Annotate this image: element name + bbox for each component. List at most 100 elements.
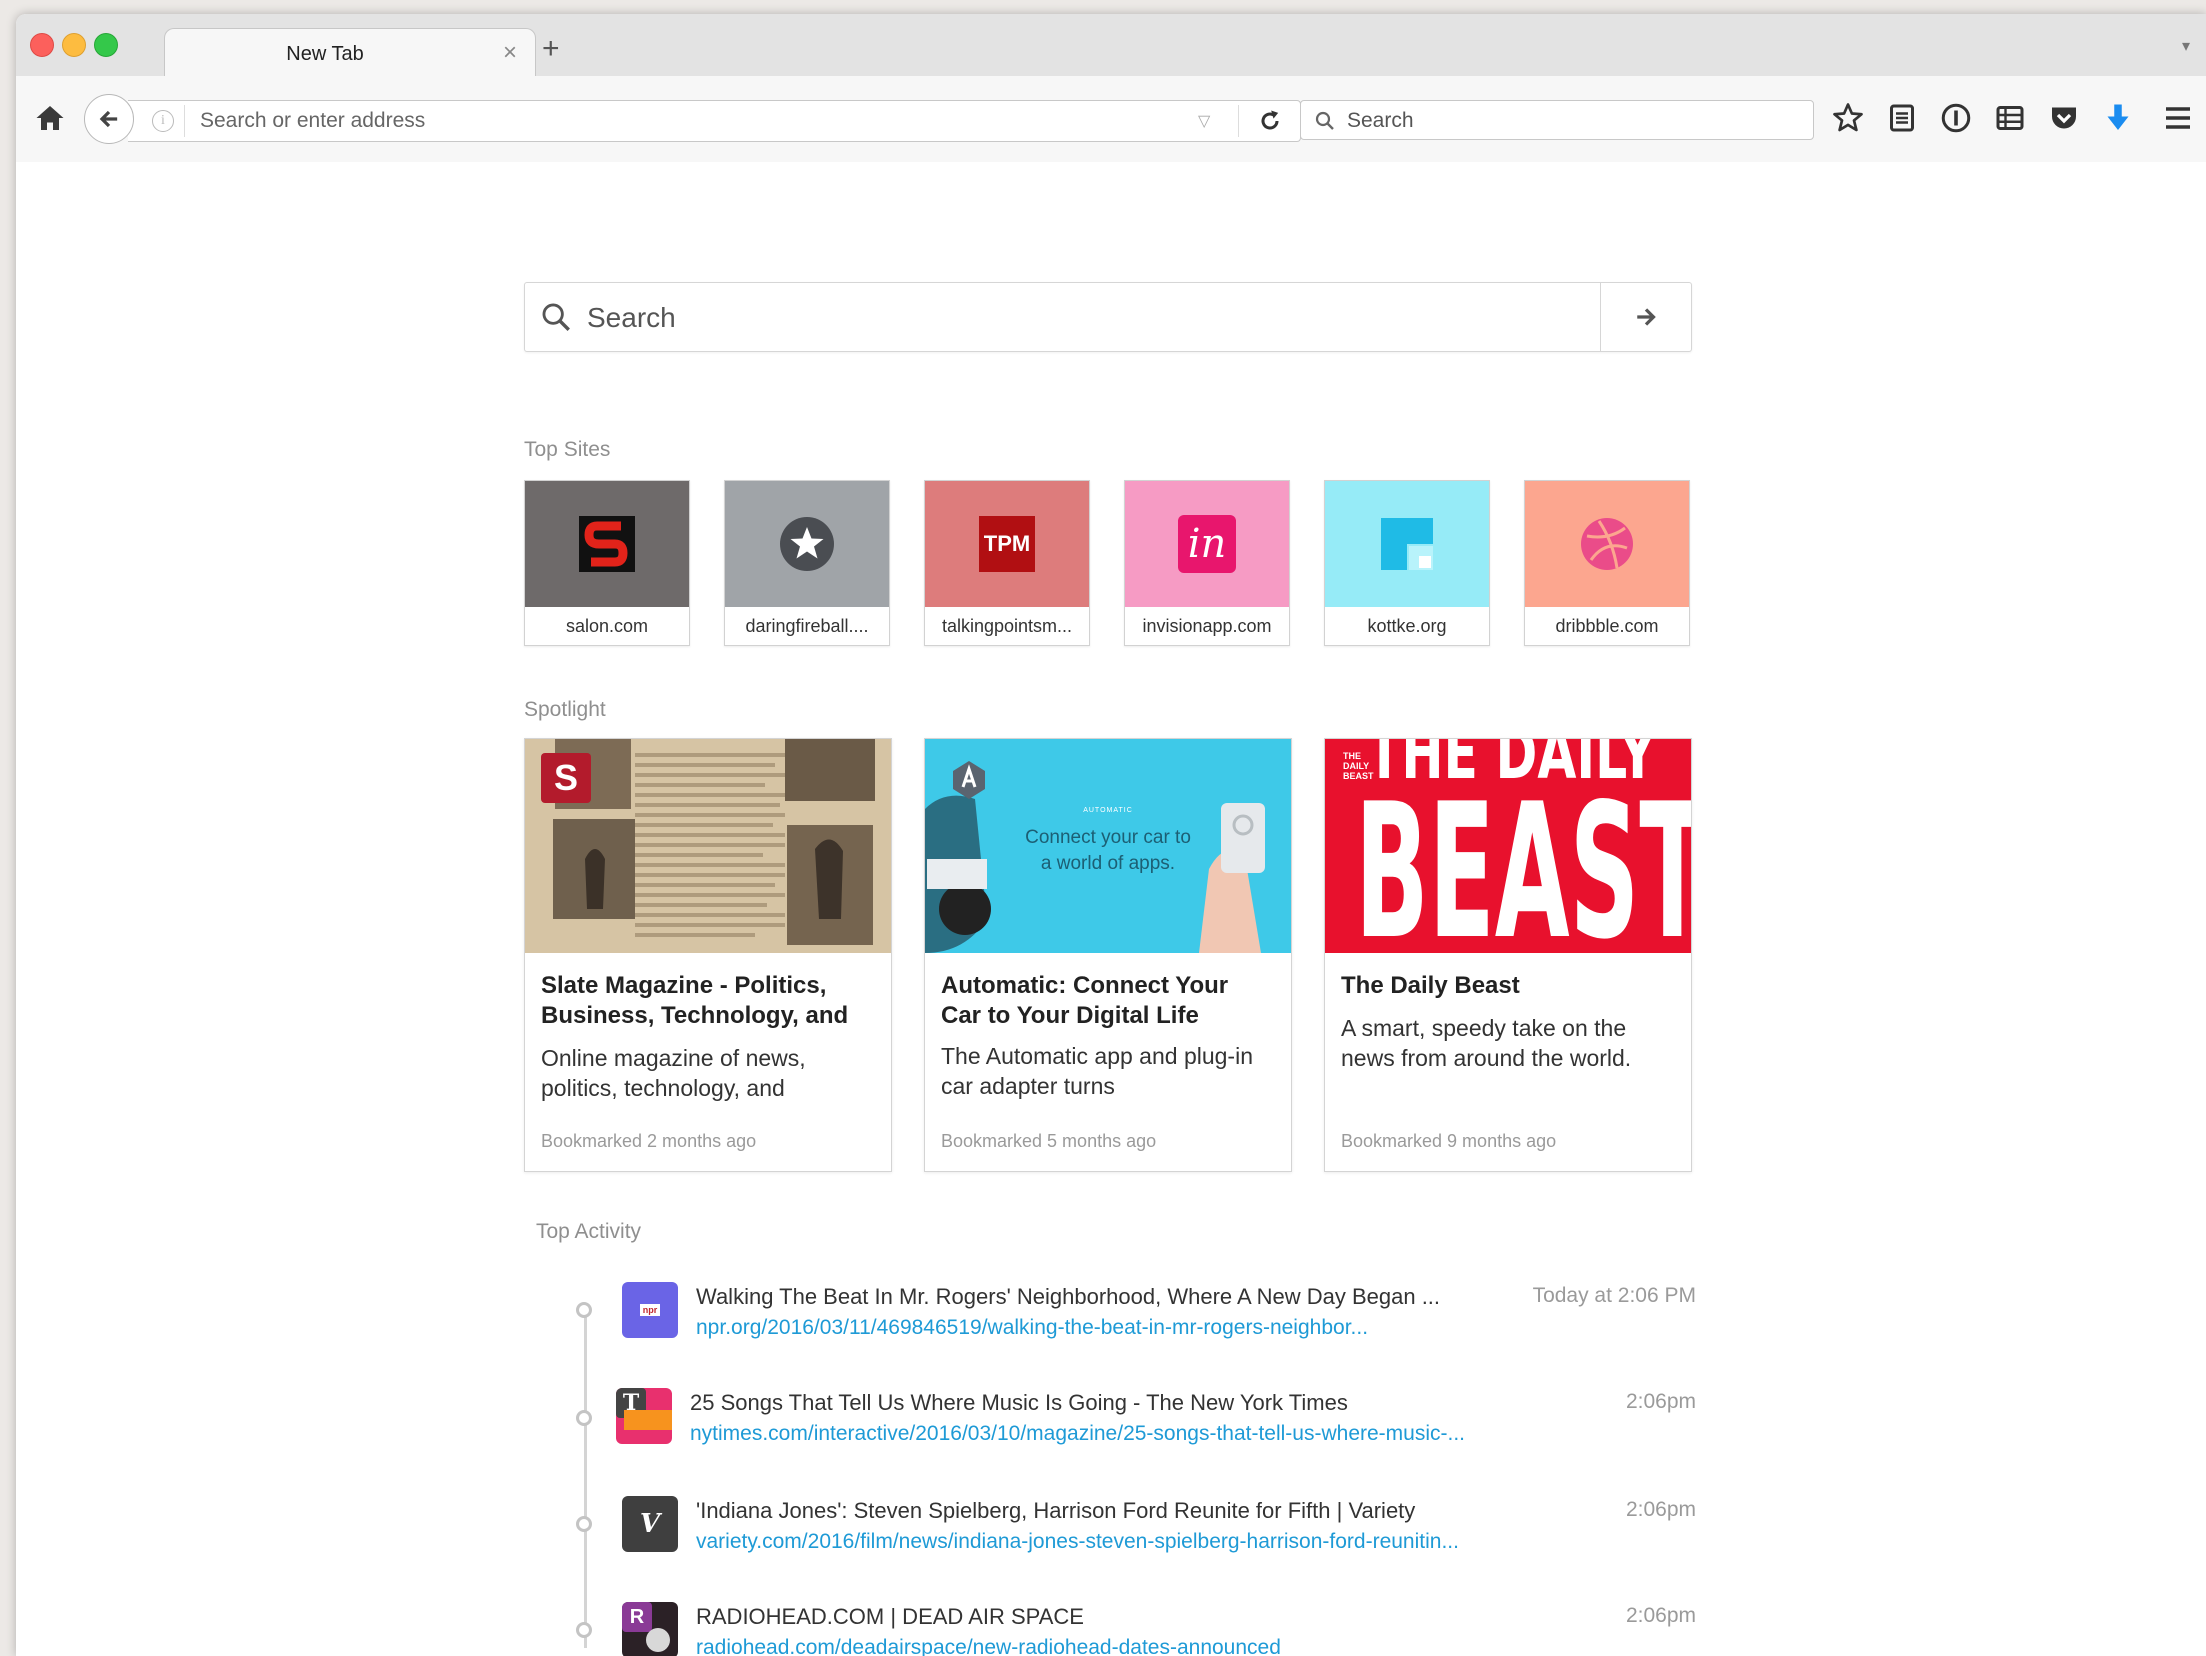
toolbar-search-input[interactable] bbox=[1345, 101, 1799, 141]
reload-icon[interactable] bbox=[1256, 107, 1284, 135]
tile-label: salon.com bbox=[525, 607, 689, 645]
spotlight-card-dailybeast[interactable]: THE DAILY BEAST THE DAILY BEAST The Dail… bbox=[1324, 738, 1692, 1172]
tab-new-tab[interactable]: New Tab × bbox=[164, 28, 536, 79]
variety-icon: V bbox=[622, 1496, 678, 1552]
minimize-window-button[interactable] bbox=[62, 33, 86, 57]
tab-close-icon[interactable]: × bbox=[503, 39, 517, 67]
tile-label: invisionapp.com bbox=[1125, 607, 1289, 645]
back-arrow-icon bbox=[99, 110, 118, 128]
tab-list-chevron-icon[interactable]: ▾ bbox=[2182, 36, 2190, 56]
activity-url[interactable]: radiohead.com/deadairspace/new-radiohead… bbox=[696, 1636, 1596, 1656]
activity-item[interactable]: T 25 Songs That Tell Us Where Music Is G… bbox=[616, 1388, 1696, 1472]
new-tab-plus-icon[interactable]: + bbox=[542, 34, 560, 64]
top-site-tile-kottke[interactable]: kottke.org bbox=[1324, 480, 1490, 646]
url-bar: i ▽ bbox=[128, 100, 1301, 142]
nytimes-icon: T bbox=[616, 1388, 672, 1444]
toolbar-search-bar bbox=[1300, 100, 1814, 141]
card-bookmarked-time: Bookmarked 2 months ago bbox=[541, 1131, 757, 1151]
automatic-tagline: Connect your car to a world of apps. bbox=[1025, 827, 1191, 874]
tile-background bbox=[725, 481, 889, 607]
top-site-tile-salon[interactable]: salon.com bbox=[524, 480, 690, 646]
tile-background bbox=[1325, 481, 1489, 607]
downloads-icon[interactable] bbox=[2100, 100, 2136, 136]
top-site-tile-talkingpointsmemo[interactable]: TPM talkingpointsm... bbox=[924, 480, 1090, 646]
bookmark-star-icon[interactable] bbox=[1830, 100, 1866, 136]
home-icon[interactable] bbox=[32, 100, 68, 136]
hamburger-menu-icon[interactable] bbox=[2160, 100, 2196, 136]
nytimes-icon-detail bbox=[624, 1410, 672, 1430]
navigation-bar: i ▽ bbox=[16, 76, 2206, 163]
activity-url[interactable]: nytimes.com/interactive/2016/03/10/magaz… bbox=[690, 1422, 1590, 1446]
arrow-right-icon bbox=[1637, 308, 1656, 326]
star-icon bbox=[780, 517, 834, 571]
tile-background: in bbox=[1125, 481, 1289, 607]
pocket-icon[interactable] bbox=[2046, 100, 2082, 136]
timeline-dot bbox=[576, 1516, 592, 1532]
site-info-icon[interactable]: i bbox=[152, 110, 174, 132]
activity-item[interactable]: npr Walking The Beat In Mr. Rogers' Neig… bbox=[622, 1282, 1696, 1366]
invision-logo-icon: in bbox=[1178, 515, 1236, 573]
tab-title: New Tab bbox=[286, 43, 364, 65]
activity-item[interactable]: V 'Indiana Jones': Steven Spielberg, Har… bbox=[622, 1496, 1696, 1580]
activity-title: 'Indiana Jones': Steven Spielberg, Harri… bbox=[696, 1498, 1416, 1523]
top-activity-heading: Top Activity bbox=[536, 1220, 642, 1243]
card-title: Slate Magazine - Politics, Business, Tec… bbox=[541, 972, 849, 1029]
dribbble-logo-icon bbox=[1581, 518, 1633, 570]
bookmarks-menu-icon[interactable] bbox=[1884, 100, 1920, 136]
dailybeast-image-text-big: BEAST bbox=[1355, 763, 1691, 954]
spotlight-card-automatic[interactable]: AUTOMATIC Connect your car to a world of… bbox=[924, 738, 1292, 1172]
activity-url[interactable]: npr.org/2016/03/11/469846519/walking-the… bbox=[696, 1316, 1596, 1340]
search-icon bbox=[1315, 111, 1334, 130]
activity-timeline-line bbox=[584, 1308, 587, 1648]
close-window-button[interactable] bbox=[30, 33, 54, 57]
url-divider bbox=[1238, 105, 1239, 137]
tile-label: dribbble.com bbox=[1525, 607, 1689, 645]
activity-item[interactable]: R RADIOHEAD.COM | DEAD AIR SPACE radiohe… bbox=[622, 1602, 1696, 1656]
back-button[interactable] bbox=[84, 94, 134, 144]
tile-label: talkingpointsm... bbox=[925, 607, 1089, 645]
tile-label: daringfireball.... bbox=[725, 607, 889, 645]
card-title: The Daily Beast bbox=[1341, 972, 1520, 999]
slate-card-image: S bbox=[525, 739, 891, 953]
radiohead-letter: R bbox=[622, 1602, 652, 1632]
activity-time: 2:06pm bbox=[1625, 1604, 1696, 1627]
timeline-dot bbox=[576, 1410, 592, 1426]
radiohead-icon: R bbox=[622, 1602, 678, 1656]
radiohead-icon-detail bbox=[646, 1628, 670, 1652]
url-divider bbox=[184, 105, 185, 137]
activity-url[interactable]: variety.com/2016/film/news/indiana-jones… bbox=[696, 1530, 1596, 1554]
top-site-tile-dribbble[interactable]: dribbble.com bbox=[1524, 480, 1690, 646]
card-title: Automatic: Connect Your Car to Your Digi… bbox=[941, 972, 1229, 1029]
activity-time: Today at 2:06 PM bbox=[1532, 1284, 1696, 1307]
password-manager-icon[interactable] bbox=[1938, 100, 1974, 136]
search-icon bbox=[542, 303, 570, 331]
search-submit-button[interactable] bbox=[1600, 283, 1691, 351]
kottke-logo-icon bbox=[1381, 518, 1433, 570]
url-history-dropdown-icon[interactable]: ▽ bbox=[1198, 111, 1210, 131]
reading-list-icon[interactable] bbox=[1992, 100, 2028, 136]
automatic-card-image: AUTOMATIC Connect your car to a world of… bbox=[925, 739, 1291, 953]
timeline-dot bbox=[576, 1302, 592, 1318]
npr-icon: npr bbox=[622, 1282, 678, 1338]
activity-title: Walking The Beat In Mr. Rogers' Neighbor… bbox=[696, 1284, 1441, 1309]
top-sites-heading: Top Sites bbox=[524, 438, 611, 461]
main-search-input[interactable] bbox=[585, 283, 1589, 353]
spotlight-heading: Spotlight bbox=[524, 698, 606, 721]
zoom-window-button[interactable] bbox=[94, 33, 118, 57]
tab-strip: New Tab × + ▾ bbox=[16, 14, 2206, 79]
tile-background: TPM bbox=[925, 481, 1089, 607]
card-bookmarked-time: Bookmarked 9 months ago bbox=[1341, 1131, 1557, 1151]
url-input[interactable] bbox=[198, 101, 1202, 141]
activity-time: 2:06pm bbox=[1625, 1390, 1696, 1413]
top-site-tile-daringfireball[interactable]: daringfireball.... bbox=[724, 480, 890, 646]
variety-icon-text: V bbox=[639, 1509, 661, 1539]
card-bookmarked-time: Bookmarked 5 months ago bbox=[941, 1131, 1157, 1151]
activity-title: RADIOHEAD.COM | DEAD AIR SPACE bbox=[696, 1604, 1084, 1629]
card-description: The Automatic app and plug-in car adapte… bbox=[941, 1043, 1253, 1099]
slate-badge-icon: S bbox=[541, 753, 591, 803]
top-site-tile-invisionapp[interactable]: in invisionapp.com bbox=[1124, 480, 1290, 646]
dailybeast-image-text-small: THE DAILY BEAST bbox=[1343, 751, 1374, 781]
new-tab-page: Top Sites salon.com daringfireball.... bbox=[16, 162, 2206, 1656]
spotlight-card-slate[interactable]: S Slate Magazine - Politics, Business, T… bbox=[524, 738, 892, 1172]
activity-time: 2:06pm bbox=[1625, 1498, 1696, 1521]
